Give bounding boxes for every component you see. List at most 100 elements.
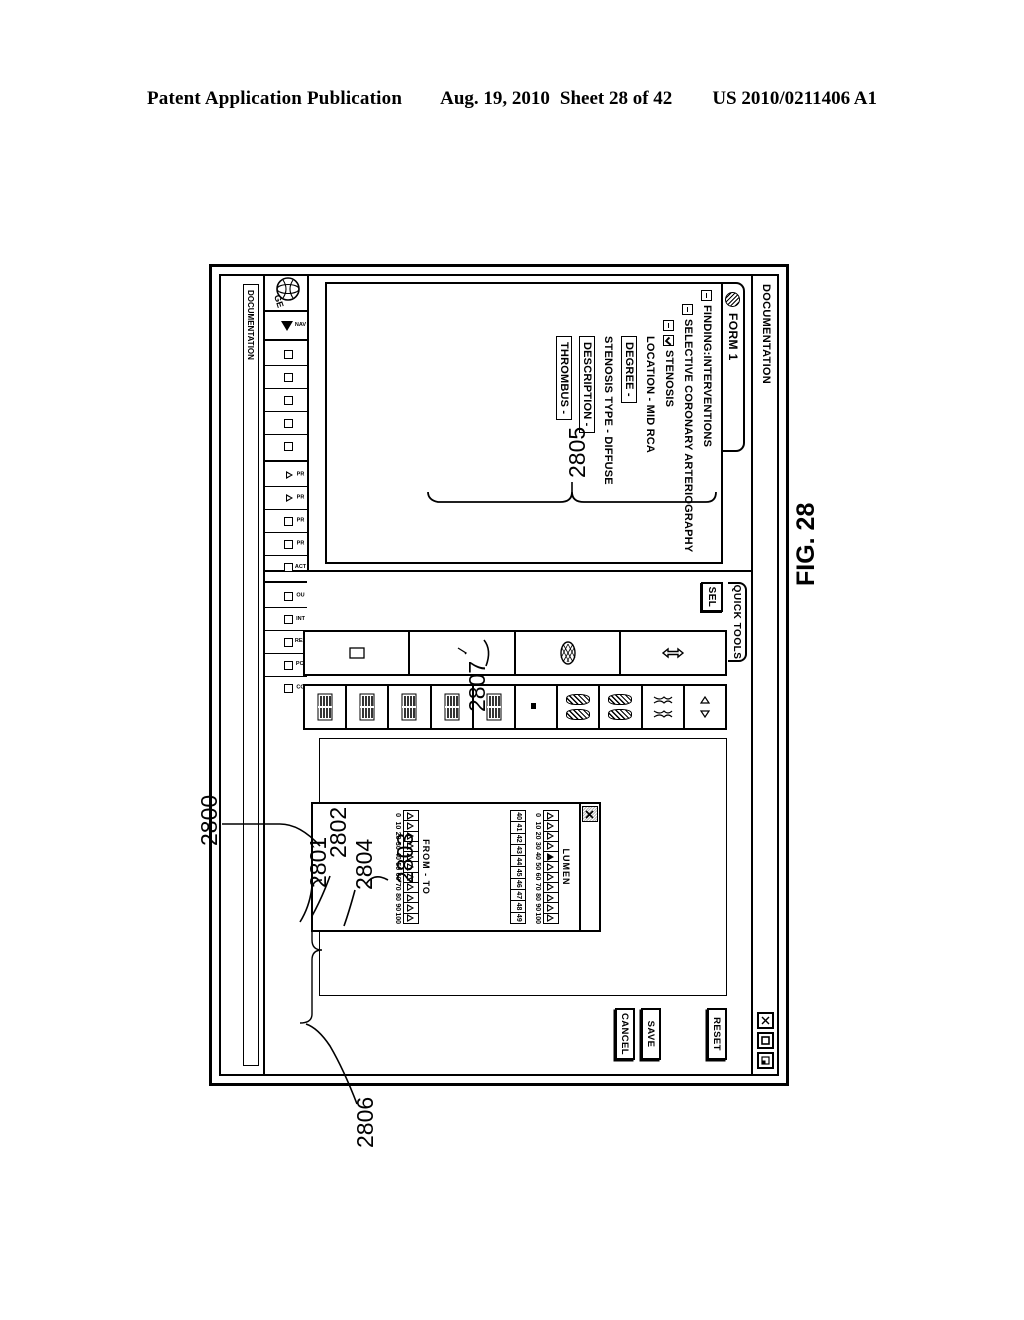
tick-label: 90 — [394, 903, 401, 912]
tree-item-stenosis-type[interactable]: STENOSIS TYPE - DIFFUSE — [602, 336, 614, 556]
value-cell[interactable]: 49 — [511, 913, 525, 923]
resize-arrows-icon[interactable] — [619, 632, 725, 674]
tick-label: 70 — [534, 882, 541, 891]
checkbox-icon[interactable] — [284, 516, 293, 526]
toolbar-item[interactable]: PR — [265, 533, 307, 556]
publication-label: Patent Application Publication — [146, 88, 403, 109]
tree-label: STENOSIS TYPE - DIFFUSE — [602, 336, 614, 485]
checkbox-icon[interactable] — [284, 395, 293, 405]
select-tool-button[interactable]: SEL — [701, 582, 723, 612]
tab-quick-tools[interactable]: QUICK TOOLS — [728, 582, 747, 662]
close-icon[interactable] — [757, 1012, 774, 1029]
toolbar-item-label: ACT — [294, 564, 307, 570]
triangle-icon[interactable] — [286, 494, 293, 502]
toolbar-item[interactable]: PR — [265, 464, 307, 487]
toolbar-item[interactable] — [265, 435, 307, 458]
stenosis-checkbox[interactable] — [663, 335, 675, 346]
tree-item-degree[interactable]: DEGREE - — [621, 336, 637, 556]
tick-marker[interactable] — [544, 893, 558, 904]
tree-toggle-icon[interactable] — [682, 304, 694, 315]
tick-marker[interactable] — [544, 811, 558, 822]
close-icon[interactable] — [582, 806, 598, 822]
toolbar-item[interactable] — [265, 412, 307, 435]
cancel-button[interactable]: CANCEL — [615, 1008, 635, 1060]
tick-marker[interactable] — [404, 893, 418, 904]
toolbar-item[interactable]: PR — [265, 487, 307, 510]
minimize-icon[interactable] — [757, 1052, 774, 1069]
stenosis-pattern-icon-1[interactable] — [305, 686, 345, 728]
triangle-icon — [547, 904, 555, 913]
checkbox-icon[interactable] — [284, 349, 293, 359]
value-cell[interactable]: 44 — [511, 856, 525, 868]
value-cell[interactable]: 48 — [511, 901, 525, 913]
lumen-value-list[interactable]: 40 41 42 43 44 45 46 47 48 49 — [510, 810, 526, 924]
tick-marker[interactable] — [544, 862, 558, 873]
triangle-icon — [547, 883, 555, 892]
save-button[interactable]: SAVE — [641, 1008, 661, 1060]
stenosis-pattern-icon-2[interactable] — [345, 686, 388, 728]
checkbox-icon[interactable] — [284, 442, 293, 451]
vessel-pair-icon-2[interactable] — [598, 686, 641, 728]
value-cell[interactable]: 42 — [511, 833, 525, 845]
tree-node-stenosis[interactable]: STENOSIS — [663, 320, 675, 556]
window-titlebar: DOCUMENTATION — [751, 276, 777, 1074]
tick-marker[interactable] — [404, 903, 418, 914]
value-cell[interactable]: 41 — [511, 822, 525, 834]
degree-field[interactable]: DEGREE - — [621, 336, 637, 403]
triangle-icon — [547, 893, 555, 902]
tick-marker[interactable] — [404, 882, 418, 894]
description-field[interactable]: DESCRIPTION - — [579, 336, 595, 433]
toolbar-item[interactable] — [265, 366, 307, 389]
checkbox-icon[interactable] — [284, 372, 293, 382]
toolbar-item[interactable] — [265, 343, 307, 366]
tick-marker[interactable] — [544, 914, 558, 923]
marker-icon[interactable] — [408, 632, 514, 674]
value-cell[interactable]: 47 — [511, 890, 525, 902]
toolbar-item[interactable]: NAV — [265, 314, 307, 337]
reset-button[interactable]: RESET — [707, 1008, 727, 1060]
value-cell[interactable]: 46 — [511, 878, 525, 891]
tick-marker[interactable] — [544, 872, 558, 883]
toolbar-item-label: PR — [296, 517, 305, 524]
thrombus-field[interactable]: THROMBUS - — [556, 336, 572, 421]
checkbox-icon[interactable] — [284, 539, 293, 549]
tick-marker[interactable] — [404, 914, 418, 923]
value-cell[interactable]: 43 — [511, 844, 525, 857]
tree-toggle-icon[interactable] — [663, 320, 675, 331]
hatched-vessel — [566, 709, 591, 720]
checkbox-icon[interactable] — [284, 418, 293, 428]
value-cell[interactable]: 40 — [511, 811, 525, 823]
irregular-vessel-icon[interactable] — [640, 686, 683, 728]
tree-label: STENOSIS — [663, 350, 675, 408]
toolbar-item[interactable] — [265, 389, 307, 412]
play-icon[interactable] — [281, 320, 293, 331]
tick-marker[interactable] — [544, 903, 558, 914]
toolbar-item[interactable]: PR — [265, 510, 307, 533]
tick-marker[interactable] — [544, 841, 558, 853]
tree-node-selective-coronary-arteriography[interactable]: SELECTIVE CORONARY ARTERIOGRAPHY — [682, 304, 694, 556]
tick-label: 10 — [394, 821, 401, 830]
tick-marker[interactable] — [404, 811, 418, 822]
triangle-icon — [407, 883, 415, 892]
lumen-scale: LUMEN 0 10 20 30 40 50 60 70 80 90 100 4… — [510, 804, 571, 930]
page-icon[interactable] — [305, 632, 409, 674]
tick-marker[interactable] — [544, 821, 558, 832]
vessel-pair-icon-1[interactable] — [556, 686, 599, 728]
tree-node-findings[interactable]: FINDING:INTERVENTIONS — [701, 290, 713, 556]
tick-marker[interactable] — [404, 821, 418, 832]
tree-toggle-icon[interactable] — [701, 290, 713, 301]
blank-tool-icon[interactable] — [513, 686, 557, 728]
tick-marker-selected[interactable] — [544, 852, 558, 863]
arrow-pair-icon[interactable] — [682, 686, 725, 728]
stenosis-pattern-icon-3[interactable] — [387, 686, 430, 728]
maximize-icon[interactable] — [757, 1032, 774, 1049]
triangle-icon[interactable] — [286, 471, 293, 479]
lumen-tick-markers[interactable] — [543, 810, 559, 924]
checkbox-icon[interactable] — [284, 563, 293, 572]
value-cell[interactable]: 45 — [511, 867, 525, 879]
tick-marker[interactable] — [544, 882, 558, 894]
tick-marker[interactable] — [544, 831, 558, 842]
tree-item-location[interactable]: LOCATION - MID RCA — [644, 336, 656, 556]
triangle-icon — [547, 914, 555, 923]
hatched-oval-icon[interactable] — [514, 632, 620, 674]
